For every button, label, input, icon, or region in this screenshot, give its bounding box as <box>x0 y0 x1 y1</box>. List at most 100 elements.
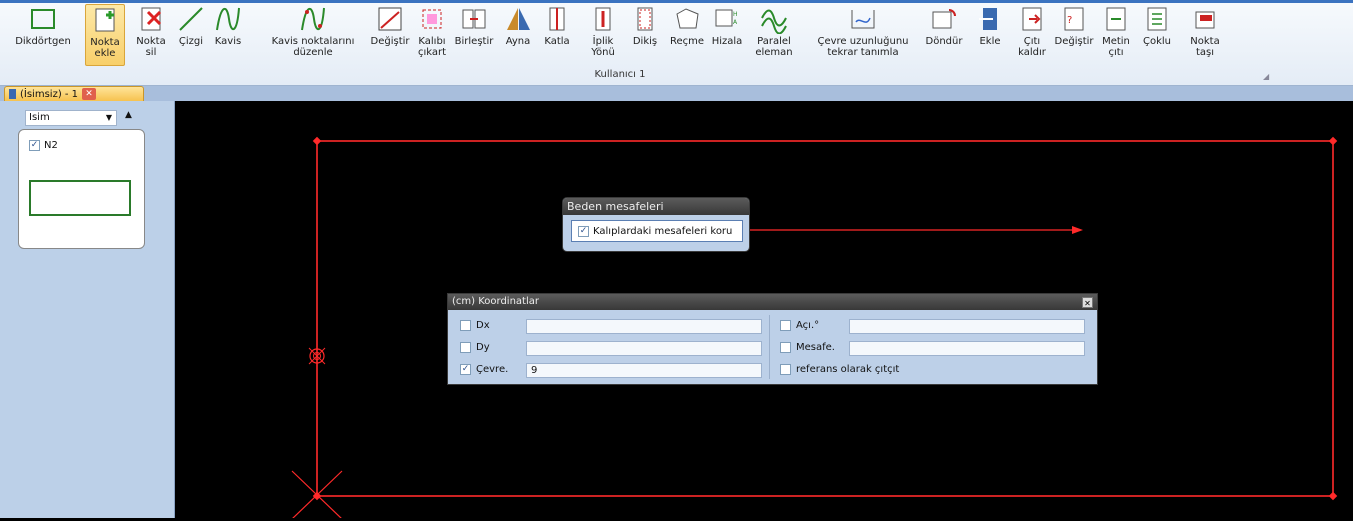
text-notch-icon <box>1101 4 1131 34</box>
tool-label: Hizala <box>711 36 743 47</box>
parallel-icon <box>759 4 789 34</box>
extract-pattern-icon <box>417 4 447 34</box>
keep-distances-checkbox[interactable]: ✓ <box>578 225 589 237</box>
sort-ascending-icon[interactable]: ▲ <box>125 110 132 120</box>
dy-input[interactable] <box>526 341 762 356</box>
tool-label: Çoklu <box>1142 36 1171 47</box>
dx-checkbox[interactable] <box>460 320 471 331</box>
referans-checkbox[interactable] <box>780 364 791 375</box>
sort-select-value: Isim <box>29 112 50 123</box>
curve-icon <box>213 4 243 34</box>
tool-label: Nokta sil <box>136 36 166 58</box>
tab-document[interactable]: (İsimsiz) - 1 ✕ <box>4 86 144 101</box>
mesafe-label: Mesafe. <box>796 342 835 353</box>
seam-icon <box>630 4 660 34</box>
tool-nokta-sil-button[interactable]: Nokta sil <box>133 4 169 66</box>
tool-label: Nokta ekle <box>90 37 120 59</box>
tool-label: Birleştir <box>454 36 494 47</box>
tool-degistir2-button[interactable]: ? Değiştir <box>1053 4 1095 66</box>
tool-label: Çevre uzunluğunu tekrar tanımla <box>817 36 909 58</box>
tool-katla-button[interactable]: Katla <box>540 4 574 66</box>
insert-icon <box>975 4 1005 34</box>
merge-icon <box>459 4 489 34</box>
mesafe-checkbox[interactable] <box>780 342 791 353</box>
keep-distances-option[interactable]: ✓ Kalıplardaki mesafeleri koru <box>571 220 743 242</box>
dx-label: Dx <box>476 320 490 331</box>
tool-iplik-yonu-button[interactable]: İplik Yönü <box>583 4 623 66</box>
tool-kavis-button[interactable]: Kavis <box>212 4 244 66</box>
line-icon <box>176 4 206 34</box>
koordinatlar-dialog: (cm) Koordinatlar ✕ Dx Dy ✓ Çevre. 9 Açı… <box>447 293 1098 385</box>
perimeter-icon <box>848 4 878 34</box>
multi-notch-icon <box>1142 4 1172 34</box>
piece-name: N2 <box>44 140 58 151</box>
tool-label: İplik Yönü <box>591 36 615 58</box>
tool-label: Çıtı kaldır <box>1018 36 1046 58</box>
piece-card[interactable]: ✓ N2 <box>18 129 145 249</box>
dx-input[interactable] <box>526 319 762 334</box>
piece-checkbox[interactable]: ✓ <box>29 140 40 151</box>
tool-label: Metin çıtı <box>1102 36 1130 58</box>
corner-point-tr[interactable] <box>1328 136 1338 146</box>
dy-checkbox[interactable] <box>460 342 471 353</box>
pieces-panel: Isim ▼ ▲ ✓ N2 <box>0 101 175 518</box>
edit-curve-points-icon <box>298 4 328 34</box>
change-notch-icon: ? <box>1059 4 1089 34</box>
tool-cizgi-button[interactable]: Çizgi <box>174 4 208 66</box>
aci-checkbox[interactable] <box>780 320 791 331</box>
cevre-label: Çevre. <box>476 364 509 375</box>
tool-dikdortgen-button[interactable]: Dikdörtgen <box>12 4 74 66</box>
tool-dikis-button[interactable]: Dikiş <box>627 4 663 66</box>
sort-select[interactable]: Isim ▼ <box>25 110 117 126</box>
tool-degistir-button[interactable]: Değiştir <box>368 4 412 66</box>
tool-label: Kalıbı çıkart <box>417 36 447 58</box>
corner-point-tl[interactable] <box>312 136 322 146</box>
aci-input[interactable] <box>849 319 1085 334</box>
piece-checkbox-row[interactable]: ✓ N2 <box>29 140 58 151</box>
tool-label: Döndür <box>925 36 963 47</box>
tool-citi-kaldir-button[interactable]: Çıtı kaldır <box>1014 4 1050 66</box>
tool-kalibi-cikart-button[interactable]: Kalıbı çıkart <box>414 4 450 66</box>
tool-coklu-button[interactable]: Çoklu <box>1138 4 1176 66</box>
close-tab-icon[interactable]: ✕ <box>82 88 97 100</box>
tool-label: Ekle <box>979 36 1001 47</box>
tool-label: Kavis <box>214 36 242 47</box>
tool-ekle-button[interactable]: Ekle <box>970 4 1010 66</box>
tool-label: Dikiş <box>632 36 658 47</box>
tool-nokta-tasi-button[interactable]: Nokta taşı <box>1185 4 1225 66</box>
tool-metin-citi-button[interactable]: Metin çıtı <box>1097 4 1135 66</box>
cevre-input[interactable]: 9 <box>526 363 762 378</box>
tool-recme-button[interactable]: Reçme <box>668 4 706 66</box>
rectangle-icon <box>28 4 58 34</box>
align-icon: HA <box>712 4 742 34</box>
beden-mesafeleri-dialog: Beden mesafeleri ✓ Kalıplardaki mesafele… <box>562 197 750 252</box>
keep-distances-label: Kalıplardaki mesafeleri koru <box>593 225 733 237</box>
koord-dialog-title: (cm) Koordinatlar <box>452 296 539 307</box>
referans-row: referans olarak çıtçıt <box>780 364 899 375</box>
corner-point-br[interactable] <box>1328 491 1338 501</box>
cevre-row: ✓ Çevre. <box>460 364 508 375</box>
tool-hizala-button[interactable]: H A Hizala <box>709 4 745 66</box>
koord-separator <box>769 315 770 379</box>
tool-kavis-duzenle-button[interactable]: Kavis noktalarını düzenle <box>262 4 364 66</box>
mesafe-row: Mesafe. <box>780 342 835 353</box>
tool-cevre-uzunlugu-button[interactable]: Çevre uzunluğunu tekrar tanımla <box>806 4 920 66</box>
tool-label: Paralel eleman <box>755 36 793 58</box>
tool-label: Çizgi <box>178 36 204 47</box>
piece-thumbnail <box>29 180 131 216</box>
cevre-checkbox[interactable]: ✓ <box>460 364 471 375</box>
corner-point-bl[interactable] <box>312 491 322 501</box>
mesafe-input[interactable] <box>849 341 1085 356</box>
add-point-icon <box>90 5 120 35</box>
dx-row: Dx <box>460 320 490 331</box>
tool-paralel-eleman-button[interactable]: Paralel eleman <box>749 4 799 66</box>
close-icon[interactable]: ✕ <box>1082 296 1093 308</box>
group-launcher-icon[interactable]: ◢ <box>1263 72 1269 81</box>
tool-ayna-button[interactable]: Ayna <box>500 4 536 66</box>
tool-dondur-button[interactable]: Döndür <box>922 4 966 66</box>
grain-line-icon <box>588 4 618 34</box>
tool-nokta-ekle-button[interactable]: Nokta ekle <box>85 4 125 66</box>
tool-birlestir-button[interactable]: Birleştir <box>451 4 497 66</box>
beden-dialog-title: Beden mesafeleri <box>563 198 749 215</box>
tab-document-label: (İsimsiz) - 1 <box>20 88 79 100</box>
